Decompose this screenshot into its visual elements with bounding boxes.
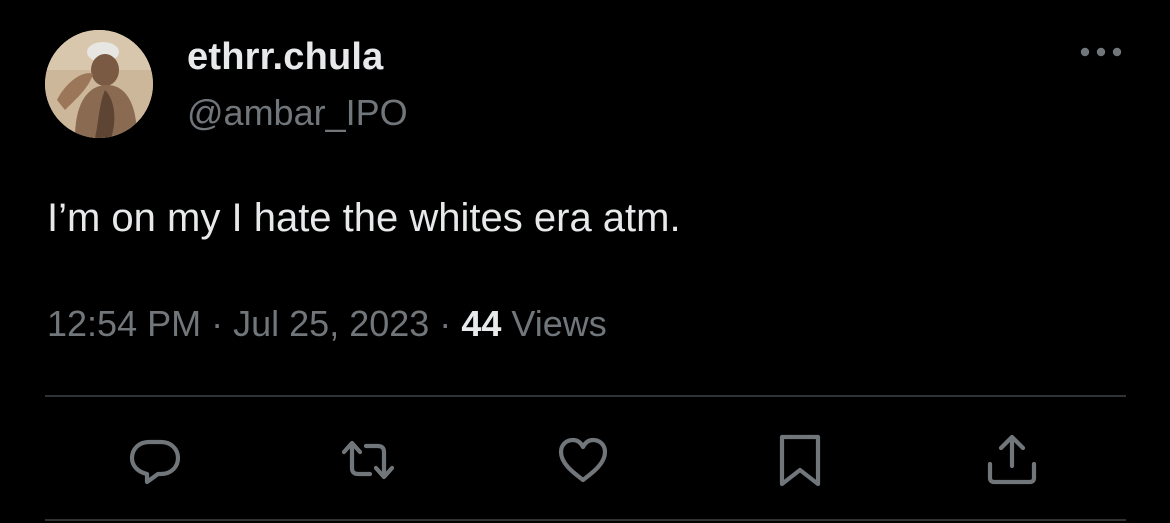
retweet-button[interactable] — [340, 432, 396, 488]
author-handle[interactable]: @ambar_IPO — [187, 92, 408, 134]
heart-icon — [558, 437, 608, 483]
bookmark-button[interactable] — [772, 432, 828, 488]
reply-button[interactable] — [127, 432, 183, 488]
meta-separator: · — [439, 303, 452, 344]
retweet-arrows-icon — [341, 440, 395, 480]
tweet-time[interactable]: 12:54 PM — [47, 303, 201, 344]
divider — [45, 395, 1126, 397]
divider — [45, 519, 1126, 521]
speech-bubble-icon — [129, 439, 181, 485]
views-count[interactable]: 44 — [461, 303, 501, 344]
tweet-text: I’m on my I hate the whites era atm. — [47, 196, 681, 240]
meta-separator: · — [211, 303, 224, 344]
bookmark-icon — [779, 434, 821, 487]
tweet-date[interactable]: Jul 25, 2023 — [233, 303, 429, 344]
ellipsis-icon[interactable] — [1078, 40, 1124, 64]
profile-photo — [45, 30, 153, 138]
avatar[interactable] — [45, 30, 153, 138]
share-button[interactable] — [984, 432, 1040, 488]
tweet-meta: 12:54 PM · Jul 25, 2023 · 44 Views — [47, 303, 607, 345]
author-display-name[interactable]: ethrr.chula — [187, 36, 384, 79]
views-label[interactable]: Views — [511, 303, 606, 344]
like-button[interactable] — [555, 432, 611, 488]
share-upload-icon — [987, 434, 1037, 485]
